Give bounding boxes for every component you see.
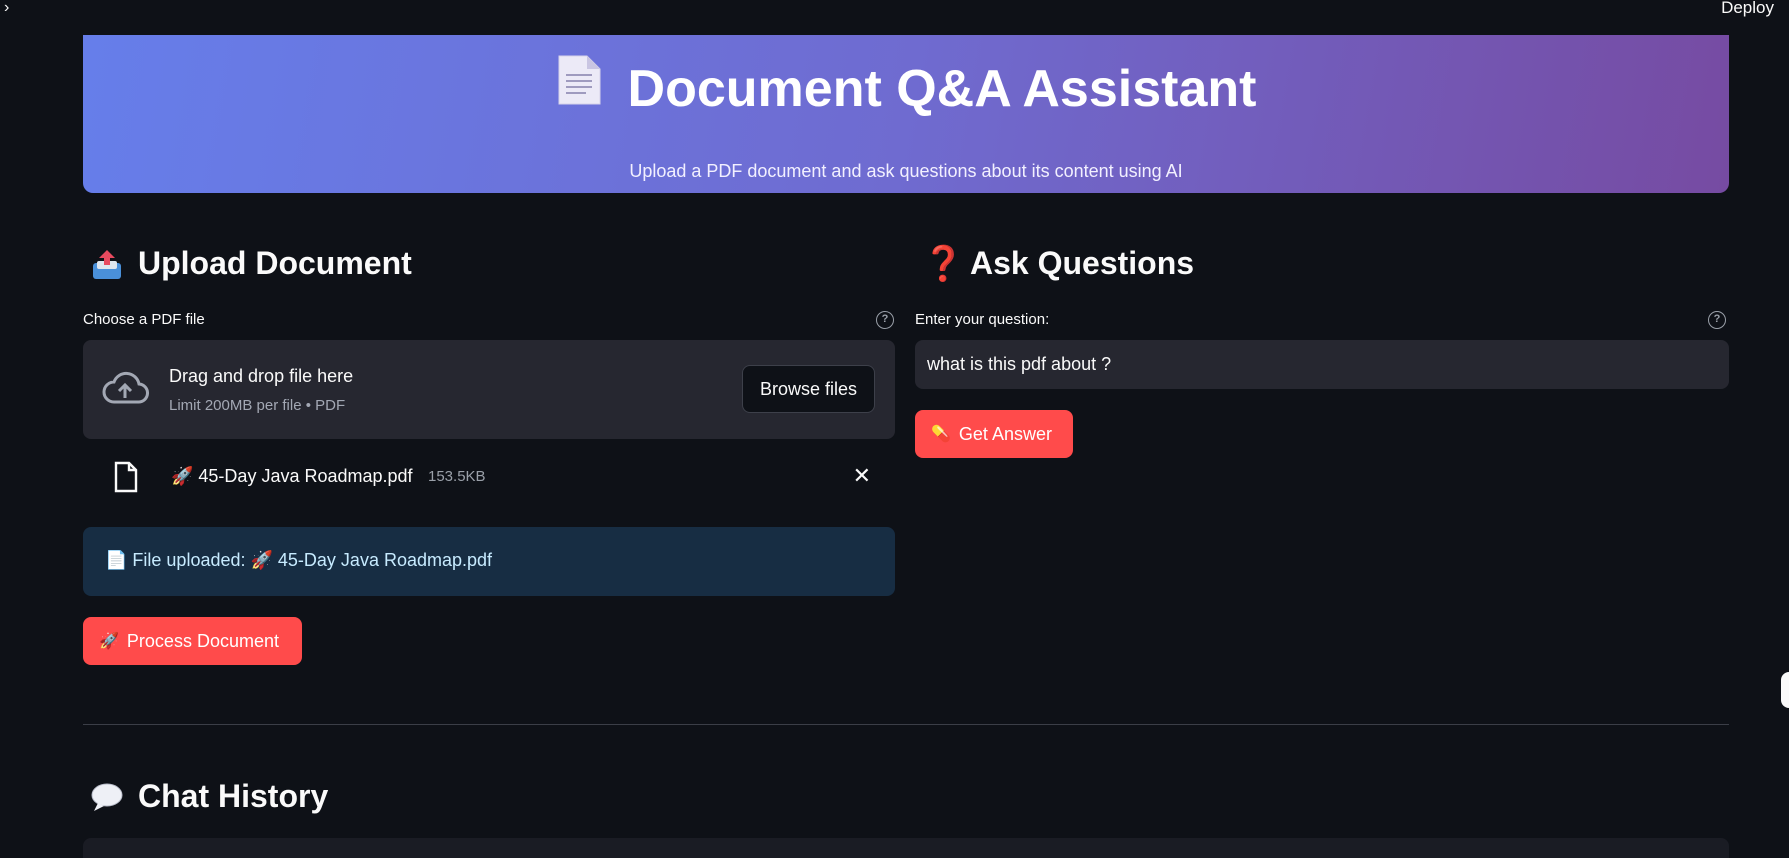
get-answer-button[interactable]: 💊 Get Answer	[915, 410, 1073, 458]
page-title-container: Document Q&A Assistant	[83, 55, 1729, 125]
ask-heading: ❓ Ask Questions	[922, 245, 1194, 282]
upload-heading-text: Upload Document	[138, 245, 412, 281]
document-icon	[556, 54, 602, 119]
chat-history-heading-text: Chat History	[138, 778, 329, 814]
uploaded-file-row: 🚀 45-Day Java Roadmap.pdf 153.5KB ✕	[83, 455, 895, 499]
section-divider	[83, 724, 1729, 725]
upload-heading: Upload Document	[90, 245, 412, 282]
cloud-upload-icon	[101, 370, 149, 411]
page-title: Document Q&A Assistant	[627, 60, 1257, 118]
file-icon	[113, 461, 139, 498]
process-document-button[interactable]: 🚀 Process Document	[83, 617, 302, 665]
process-document-label: Process Document	[126, 630, 279, 651]
file-uploaded-alert: 📄 File uploaded: 🚀 45-Day Java Roadmap.p…	[83, 527, 895, 596]
question-mark-icon: ❓	[922, 244, 965, 283]
file-dropzone[interactable]: Drag and drop file here Limit 200MB per …	[83, 340, 895, 439]
page-subtitle: Upload a PDF document and ask questions …	[629, 161, 1183, 181]
uploaded-file-size: 153.5KB	[428, 468, 486, 485]
remove-file-close-icon[interactable]: ✕	[853, 463, 871, 489]
browse-files-button[interactable]: Browse files	[742, 365, 875, 413]
pill-icon: 💊	[931, 426, 951, 443]
file-uploader-label: Choose a PDF file	[83, 311, 205, 328]
help-icon[interactable]: ?	[876, 311, 894, 329]
top-bar: › Deploy	[0, 0, 1789, 34]
chat-history-heading: Chat History	[90, 778, 328, 815]
dropzone-limit: Limit 200MB per file • PDF	[169, 397, 346, 414]
sidebar-toggle-chevron-icon[interactable]: ›	[4, 0, 24, 18]
dropzone-title: Drag and drop file here	[169, 366, 354, 386]
get-answer-label: Get Answer	[958, 423, 1052, 444]
question-input[interactable]	[915, 340, 1729, 389]
rocket-icon: 🚀	[99, 633, 119, 650]
outbox-tray-icon	[90, 247, 124, 281]
chat-history-container	[83, 838, 1729, 858]
uploaded-file-name: 🚀 45-Day Java Roadmap.pdf	[171, 466, 413, 486]
speech-bubble-icon	[90, 780, 124, 814]
deploy-button[interactable]: Deploy	[1721, 0, 1774, 16]
ask-heading-text: Ask Questions	[970, 245, 1195, 281]
scrollbar-handle[interactable]	[1781, 672, 1789, 708]
hero-banner: Document Q&A Assistant Upload a PDF docu…	[83, 35, 1729, 193]
question-input-label: Enter your question:	[915, 311, 1050, 328]
file-uploaded-text: 📄 File uploaded: 🚀 45-Day Java Roadmap.p…	[105, 550, 493, 570]
help-icon[interactable]: ?	[1708, 311, 1726, 329]
